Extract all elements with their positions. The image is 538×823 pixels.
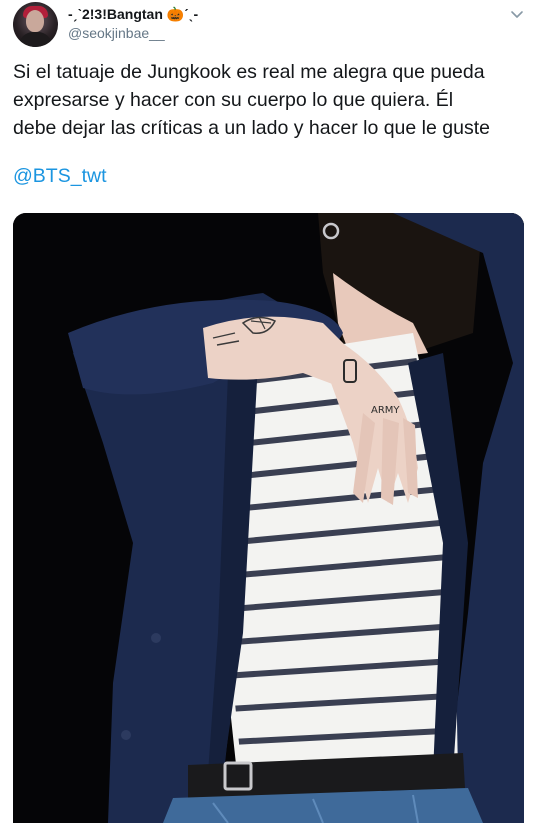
tweet-text-line: expresarse y hacer con su cuerpo lo que … — [13, 89, 454, 111]
tattoo-text: ARMY — [371, 405, 400, 416]
chevron-down-icon[interactable] — [506, 4, 528, 26]
mention-link[interactable]: @BTS_twt — [13, 165, 106, 188]
jacket-button — [121, 730, 131, 740]
photo-illustration: ARMY — [13, 213, 524, 823]
tweet-text-line: Si el tatuaje de Jungkook es real me ale… — [13, 61, 485, 83]
user-handle[interactable]: @seokjinbae__ — [68, 25, 165, 41]
tweet-card: -ˏˋ2!3!Bangtan 🎃ˊˎ- @seokjinbae__ Si el … — [0, 0, 538, 823]
avatar-face — [26, 10, 44, 32]
avatar-body — [19, 32, 52, 47]
jacket-button — [151, 633, 161, 643]
tweet-text-line: debe dejar las críticas a un lado y hace… — [13, 117, 490, 139]
avatar[interactable] — [13, 2, 58, 47]
tweet-text: Si el tatuaje de Jungkook es real me ale… — [13, 58, 528, 142]
user-display-name[interactable]: -ˏˋ2!3!Bangtan 🎃ˊˎ- — [68, 6, 198, 23]
tweet-photo[interactable]: ARMY — [13, 213, 524, 823]
